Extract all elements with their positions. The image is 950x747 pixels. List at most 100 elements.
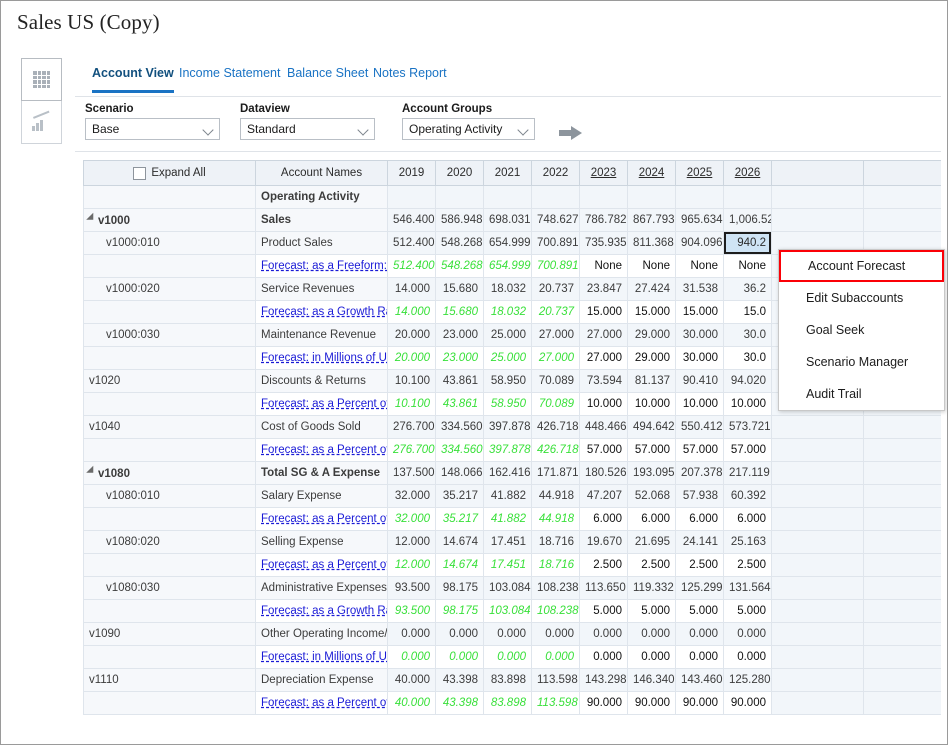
value-cell[interactable]: None [628, 255, 676, 278]
blank-cell[interactable] [772, 692, 864, 715]
value-cell[interactable]: 29.000 [628, 324, 676, 347]
value-cell[interactable]: 6.000 [676, 508, 724, 531]
value-cell[interactable]: 15.680 [436, 278, 484, 301]
value-cell[interactable]: 27.424 [628, 278, 676, 301]
value-cell[interactable]: 113.598 [532, 692, 580, 715]
account-code-cell[interactable] [84, 439, 256, 462]
value-cell[interactable]: 27.000 [532, 347, 580, 370]
value-cell[interactable]: 113.650 [580, 577, 628, 600]
value-cell[interactable]: 18.716 [532, 531, 580, 554]
value-cell[interactable]: 143.298 [580, 669, 628, 692]
value-cell[interactable]: 27.000 [580, 324, 628, 347]
value-cell[interactable]: 40.000 [388, 669, 436, 692]
value-cell[interactable]: 131.564 [724, 577, 772, 600]
forecast-method-link[interactable]: Forecast: as a Percent of S [256, 554, 388, 577]
table-row[interactable]: v1000Sales546.400586.948698.031748.62778… [84, 209, 942, 232]
value-cell[interactable]: 811.368 [628, 232, 676, 255]
value-cell[interactable]: 60.392 [724, 485, 772, 508]
value-cell[interactable]: 14.674 [436, 554, 484, 577]
account-code-cell[interactable]: v1080 [84, 462, 256, 485]
blank-cell[interactable] [772, 623, 864, 646]
value-cell[interactable]: 171.871 [532, 462, 580, 485]
value-cell[interactable]: 125.280 [724, 669, 772, 692]
account-name-cell[interactable]: Operating Activity [256, 186, 388, 209]
account-code-cell[interactable] [84, 508, 256, 531]
value-cell[interactable]: 6.000 [628, 508, 676, 531]
value-cell[interactable]: None [580, 255, 628, 278]
value-cell[interactable]: 2.500 [676, 554, 724, 577]
value-cell[interactable]: 137.500 [388, 462, 436, 485]
value-cell[interactable]: 397.878 [484, 416, 532, 439]
column-header-2026[interactable]: 2026 [724, 161, 772, 186]
value-cell[interactable]: 43.861 [436, 393, 484, 416]
value-cell[interactable]: 90.410 [676, 370, 724, 393]
value-cell[interactable]: 10.000 [628, 393, 676, 416]
table-row[interactable]: v1080:010Salary Expense32.00035.21741.88… [84, 485, 942, 508]
account-name-cell[interactable]: Discounts & Returns [256, 370, 388, 393]
value-cell[interactable]: 25.163 [724, 531, 772, 554]
value-cell[interactable]: 23.000 [436, 347, 484, 370]
value-cell[interactable]: 548.268 [436, 232, 484, 255]
value-cell[interactable]: 17.451 [484, 531, 532, 554]
value-cell[interactable]: 0.000 [436, 646, 484, 669]
value-cell[interactable]: 494.642 [628, 416, 676, 439]
value-cell[interactable]: 12.000 [388, 531, 436, 554]
table-row[interactable]: v1090Other Operating Income/(E0.0000.000… [84, 623, 942, 646]
value-cell[interactable]: 10.000 [676, 393, 724, 416]
blank-cell[interactable] [772, 508, 864, 531]
value-cell[interactable]: 334.560 [436, 439, 484, 462]
value-cell[interactable]: 15.000 [676, 301, 724, 324]
value-cell[interactable]: 143.460 [676, 669, 724, 692]
value-cell[interactable]: 217.119 [724, 462, 772, 485]
expand-all-header[interactable]: Expand All [84, 161, 256, 186]
context-menu-item-scenario-manager[interactable]: Scenario Manager [779, 346, 944, 378]
blank-cell[interactable] [772, 646, 864, 669]
account-name-cell[interactable]: Salary Expense [256, 485, 388, 508]
blank-cell[interactable] [772, 577, 864, 600]
context-menu[interactable]: Account ForecastEdit SubaccountsGoal See… [778, 249, 945, 411]
value-cell[interactable]: 20.000 [388, 324, 436, 347]
value-cell[interactable]: 43.398 [436, 669, 484, 692]
rail-button-grid-view[interactable] [21, 58, 62, 101]
value-cell[interactable]: 15.0 [724, 301, 772, 324]
value-cell[interactable]: 17.451 [484, 554, 532, 577]
value-cell[interactable]: 0.000 [676, 646, 724, 669]
forecast-method-link[interactable]: Forecast: in Millions of US [256, 347, 388, 370]
value-cell[interactable]: 0.000 [532, 623, 580, 646]
blank-cell[interactable] [864, 600, 942, 623]
value-cell[interactable]: None [724, 255, 772, 278]
column-header-2023[interactable]: 2023 [580, 161, 628, 186]
value-cell[interactable]: 426.718 [532, 439, 580, 462]
account-code-cell[interactable] [84, 186, 256, 209]
blank-cell[interactable] [772, 485, 864, 508]
value-cell[interactable]: 83.898 [484, 669, 532, 692]
account-code-cell[interactable]: v1000:020 [84, 278, 256, 301]
value-cell[interactable] [628, 186, 676, 209]
context-menu-item-audit-trail[interactable]: Audit Trail [779, 378, 944, 410]
value-cell[interactable]: 548.268 [436, 255, 484, 278]
account-name-cell[interactable]: Administrative Expenses [256, 577, 388, 600]
value-cell[interactable]: 0.000 [628, 646, 676, 669]
account-code-cell[interactable]: v1110 [84, 669, 256, 692]
account-name-cell[interactable]: Other Operating Income/(E [256, 623, 388, 646]
blank-cell[interactable] [864, 577, 942, 600]
value-cell[interactable]: 10.100 [388, 370, 436, 393]
value-cell[interactable]: 30.000 [676, 347, 724, 370]
value-cell[interactable]: 698.031 [484, 209, 532, 232]
value-cell[interactable] [484, 186, 532, 209]
blank-cell[interactable] [864, 416, 942, 439]
value-cell[interactable]: 32.000 [388, 485, 436, 508]
value-cell[interactable]: 426.718 [532, 416, 580, 439]
account-grid-container[interactable]: Expand All Account Names 201920202021202… [83, 160, 941, 744]
value-cell[interactable]: 0.000 [532, 646, 580, 669]
arrow-right-icon[interactable] [559, 126, 583, 140]
value-cell[interactable]: 0.000 [580, 646, 628, 669]
value-cell[interactable]: 512.400 [388, 255, 436, 278]
value-cell[interactable]: 14.000 [388, 278, 436, 301]
value-cell[interactable]: 29.000 [628, 347, 676, 370]
value-cell[interactable]: 57.938 [676, 485, 724, 508]
value-cell[interactable]: 0.000 [628, 623, 676, 646]
value-cell[interactable]: 23.847 [580, 278, 628, 301]
value-cell[interactable]: 94.020 [724, 370, 772, 393]
value-cell[interactable]: 654.999 [484, 232, 532, 255]
